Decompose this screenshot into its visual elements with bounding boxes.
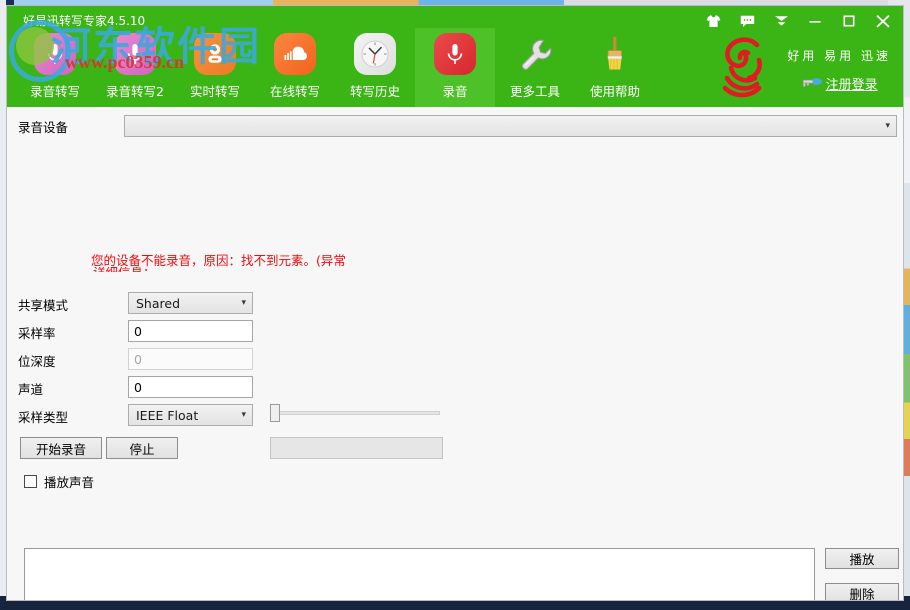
sample-rate-input[interactable]: 0 [128, 320, 253, 342]
maximize-button[interactable] [839, 12, 859, 30]
share-mode-label: 共享模式 [18, 298, 69, 313]
list-action-buttons: 播放 删除 打开所在文件 [825, 548, 903, 601]
sample-type-label: 采样类型 [18, 410, 69, 425]
red-swirl-logo-icon [707, 30, 779, 102]
record-progress-bar [270, 437, 443, 459]
play-sound-checkbox[interactable] [24, 475, 37, 488]
slider-thumb[interactable] [270, 404, 280, 422]
brand-area: 好用 易用 迅速 注册登录 [707, 30, 891, 102]
clock-icon [353, 32, 397, 76]
toolbar-item-zaixianzhuanxie[interactable]: 在线转写 [255, 28, 335, 107]
toolbar-item-luyinzhuanxie[interactable]: 录音转写 [15, 28, 95, 107]
bit-depth-row: 位深度 [18, 351, 123, 370]
app-window: 好易迅转写专家4.5.10 录音转写 录音转写2 实时转写 在线转写 转写历史 … [6, 5, 904, 601]
toolbar-item-shishizhuanxie[interactable]: 实时转写 [175, 28, 255, 107]
bit-depth-value: 0 [134, 351, 142, 367]
channels-label: 声道 [18, 382, 44, 397]
toolbar-item-zhuanxielishi[interactable]: 转写历史 [335, 28, 415, 107]
slider-track [276, 411, 440, 415]
device-label: 录音设备 [18, 120, 69, 135]
toolbar-item-luyin[interactable]: 录音 [415, 28, 495, 107]
stop-record-button[interactable]: 停止 [106, 437, 178, 459]
minimize-button[interactable] [805, 12, 825, 30]
sample-rate-value: 0 [134, 323, 142, 339]
bit-depth-label: 位深度 [18, 354, 56, 369]
stop-record-label: 停止 [129, 441, 155, 457]
play-sound-label: 播放声音 [44, 475, 95, 490]
error-message-second-line: 详细信息： [93, 267, 393, 272]
play-button-label: 播放 [849, 552, 875, 567]
recording-list[interactable] [24, 548, 815, 600]
recording-device-select[interactable]: ▾ [124, 115, 897, 137]
chevron-down-icon[interactable] [771, 12, 791, 30]
channels-input[interactable]: 0 [128, 376, 253, 398]
toolbar-label: 实时转写 [189, 84, 240, 99]
toolbar-label: 转写历史 [349, 84, 400, 99]
chevron-down-icon: ▾ [885, 121, 890, 131]
play-sound-checkbox-row[interactable]: 播放声音 [24, 472, 94, 491]
app-title: 好易迅转写专家4.5.10 [23, 14, 146, 28]
share-mode-value: Shared [136, 295, 181, 311]
share-mode-select[interactable]: Shared ▾ [128, 292, 253, 314]
toolbar-label: 录音转写 [29, 84, 80, 99]
toolbar-item-gengduogongju[interactable]: 更多工具 [495, 28, 575, 107]
title-bar: 好易迅转写专家4.5.10 录音转写 录音转写2 实时转写 在线转写 转写历史 … [7, 6, 903, 107]
key-icon [801, 74, 823, 94]
play-button[interactable]: 播放 [825, 548, 899, 569]
channels-value: 0 [134, 379, 142, 395]
register-login-label: 注册登录 [825, 78, 878, 93]
main-content: 录音设备 ▾ 您的设备不能录音，原因：找不到元素。(异常 详细信息： 共享模式 … [7, 107, 903, 601]
bit-depth-input[interactable]: 0 [128, 348, 253, 370]
window-controls [703, 12, 893, 30]
chevron-down-icon: ▾ [241, 298, 246, 308]
sample-type-row: 采样类型 [18, 407, 123, 426]
toolbar-label: 更多工具 [509, 84, 560, 99]
volume-slider[interactable] [270, 403, 440, 423]
delete-button[interactable]: 删除 [825, 583, 899, 601]
start-record-label: 开始录音 [35, 441, 86, 457]
toolbar-label: 录音转写2 [106, 84, 164, 99]
brand-slogan: 好用 易用 迅速 [787, 48, 891, 63]
main-toolbar: 录音转写 录音转写2 实时转写 在线转写 转写历史 录音 更多工具 使用帮助 [15, 28, 655, 107]
sample-rate-row: 采样率 [18, 323, 123, 342]
sample-rate-label: 采样率 [18, 326, 56, 341]
microphone-pink-icon [33, 32, 77, 76]
share-mode-row: 共享模式 [18, 295, 123, 314]
chevron-down-icon: ▾ [241, 410, 246, 420]
toolbar-label: 录音 [442, 84, 468, 99]
soundcloud-icon [273, 32, 317, 76]
sample-type-select[interactable]: IEEE Float ▾ [128, 404, 253, 426]
feedback-icon[interactable] [737, 12, 757, 30]
blogger-orange-icon [193, 32, 237, 76]
microphone-red-icon [433, 32, 477, 76]
brand-right-column: 好用 易用 迅速 注册登录 [787, 39, 891, 94]
device-row: 录音设备 [18, 117, 118, 136]
toolbar-item-shiyongbangzhu[interactable]: 使用帮助 [575, 28, 655, 107]
brush-icon [593, 32, 637, 76]
sample-type-value: IEEE Float [136, 407, 199, 423]
toolbar-label: 使用帮助 [589, 84, 640, 99]
wrench-icon [513, 32, 557, 76]
toolbar-item-luyinzhuanxie2[interactable]: 录音转写2 [95, 28, 175, 107]
skin-icon[interactable] [703, 12, 723, 30]
toolbar-label: 在线转写 [269, 84, 320, 99]
start-record-button[interactable]: 开始录音 [20, 437, 102, 459]
microphone-pink-icon [113, 32, 157, 76]
channels-row: 声道 [18, 379, 123, 398]
close-button[interactable] [873, 12, 893, 30]
delete-button-label: 删除 [849, 587, 875, 601]
register-login-link[interactable]: 注册登录 [801, 74, 878, 94]
